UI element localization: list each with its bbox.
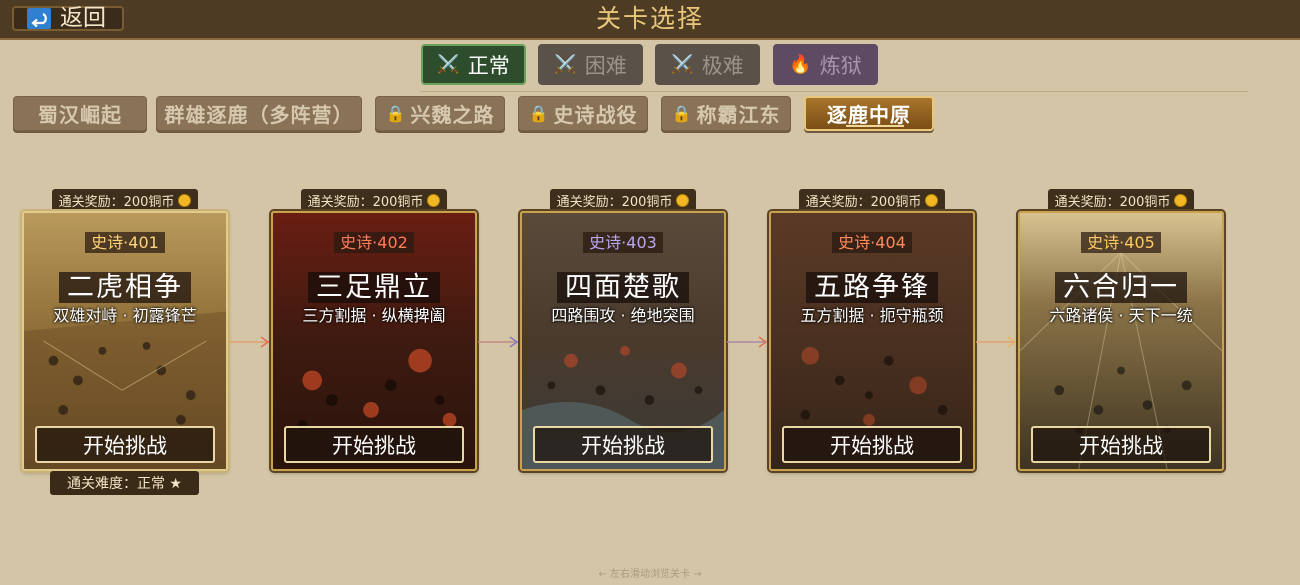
divider — [420, 91, 1248, 92]
stage-subtitle: 双雄对峙 · 初露锋芒 — [53, 306, 197, 325]
campaign-tab-wei[interactable]: 🔒 兴魏之路 — [375, 96, 505, 131]
stage-code: 史诗·404 — [771, 229, 973, 253]
flame-icon: 🔥 — [789, 54, 812, 75]
difficulty-tab-extreme[interactable]: ⚔️ 极难 — [655, 44, 760, 85]
lock-icon: 🔒 — [671, 104, 693, 123]
crossed-swords-icon: ⚔️ — [437, 54, 460, 75]
stage-name-text: 三足鼎立 — [308, 272, 440, 303]
scroll-hint: ← 左右滑动浏览关卡 → — [598, 569, 702, 580]
campaign-label: 史诗战役 — [553, 103, 638, 127]
stage-card-403[interactable]: 史诗·403 四面楚歌 四路围攻 · 绝地突围 开始挑战 — [520, 211, 726, 471]
start-challenge-button[interactable]: 开始挑战 — [284, 426, 464, 463]
stage-code-text: 史诗·404 — [832, 232, 912, 253]
campaign-label: 群雄逐鹿（多阵营） — [164, 103, 354, 127]
difficulty-tab-normal[interactable]: ⚔️ 正常 — [421, 44, 526, 85]
stage-subtitle: 五方割据 · 扼守瓶颈 — [800, 306, 944, 325]
coin-icon — [178, 194, 192, 207]
reward-tag: 通关奖励：200铜币 — [550, 189, 696, 212]
reward-label: 通关奖励：200铜币 — [1054, 195, 1171, 210]
path-arrow-icon — [976, 336, 1017, 348]
stage-card-401[interactable]: 史诗·401 二虎相争 双雄对峙 · 初露锋芒 开始挑战 — [22, 211, 228, 471]
stage-card-402[interactable]: 史诗·402 三足鼎立 三方割据 · 纵横捭阖 开始挑战 — [271, 211, 477, 471]
campaign-label: 逐鹿中原 — [827, 103, 911, 127]
top-bar: 返回 关卡选择 — [0, 0, 1300, 40]
clear-difficulty-badge: 通关难度：正常 ★ — [50, 471, 199, 495]
page-title: 关卡选择 — [595, 4, 704, 33]
start-challenge-button[interactable]: 开始挑战 — [35, 426, 215, 463]
campaign-tab-shu-han[interactable]: 蜀汉崛起 — [13, 96, 147, 131]
reward-label: 通关奖励：200铜币 — [58, 195, 175, 210]
campaign-tab-jiangdong[interactable]: 🔒 称霸江东 — [661, 96, 791, 131]
stage-name: 五路争锋 — [771, 265, 973, 304]
stage-code-text: 史诗·405 — [1081, 232, 1161, 253]
crossed-swords-icon: ⚔️ — [671, 54, 694, 75]
campaign-tab-warlords[interactable]: 群雄逐鹿（多阵营） — [156, 96, 362, 131]
stage-subtitle: 六路诸侯 · 天下一统 — [1049, 306, 1193, 325]
path-arrow-icon — [229, 336, 270, 348]
path-arrow-icon — [727, 336, 768, 348]
stage-code: 史诗·403 — [522, 229, 724, 253]
stage-card-404[interactable]: 史诗·404 五路争锋 五方割据 · 扼守瓶颈 开始挑战 — [769, 211, 975, 471]
campaign-tab-central-plains[interactable]: 逐鹿中原 — [804, 96, 934, 131]
stage-card-405[interactable]: 史诗·405 六合归一 六路诸侯 · 天下一统 开始挑战 — [1018, 211, 1224, 471]
start-challenge-button[interactable]: 开始挑战 — [782, 426, 962, 463]
stage-name-text: 二虎相争 — [59, 272, 191, 303]
coin-icon — [427, 194, 441, 207]
reward-tag: 通关奖励：200铜币 — [1048, 189, 1194, 212]
stage-code: 史诗·401 — [24, 229, 226, 253]
stage-subtitle: 四路围攻 · 绝地突围 — [551, 306, 695, 325]
stage-name: 四面楚歌 — [522, 265, 724, 304]
stage-name: 二虎相争 — [24, 265, 226, 304]
stage-name-text: 五路争锋 — [806, 272, 938, 303]
campaign-label: 蜀汉崛起 — [38, 103, 122, 127]
lock-icon: 🔒 — [528, 104, 550, 123]
stage-name: 六合归一 — [1020, 265, 1222, 304]
reward-label: 通关奖励：200铜币 — [307, 195, 424, 210]
stage-code-text: 史诗·403 — [583, 232, 663, 253]
crossed-swords-icon: ⚔️ — [554, 54, 577, 75]
coin-icon — [1174, 194, 1188, 207]
reward-tag: 通关奖励：200铜币 — [301, 189, 447, 212]
reward-tag: 通关奖励：200铜币 — [799, 189, 945, 212]
stage-subtitle: 三方割据 · 纵横捭阖 — [302, 306, 446, 325]
reward-tag: 通关奖励：200铜币 — [52, 189, 198, 212]
stage-code: 史诗·405 — [1020, 229, 1222, 253]
reward-label: 通关奖励：200铜币 — [556, 195, 673, 210]
start-challenge-button[interactable]: 开始挑战 — [533, 426, 713, 463]
start-challenge-button[interactable]: 开始挑战 — [1031, 426, 1211, 463]
stage-code: 史诗·402 — [273, 229, 475, 253]
difficulty-tab-purgatory[interactable]: 🔥 炼狱 — [773, 44, 878, 85]
path-arrow-icon — [478, 336, 519, 348]
difficulty-tab-hard[interactable]: ⚔️ 困难 — [538, 44, 643, 85]
lock-icon: 🔒 — [385, 104, 407, 123]
difficulty-label: 正常 — [467, 53, 510, 78]
stage-name-text: 六合归一 — [1055, 272, 1187, 303]
campaign-label: 兴魏之路 — [410, 103, 495, 127]
campaign-label: 称霸江东 — [696, 103, 781, 127]
coin-icon — [676, 194, 690, 207]
stage-name-text: 四面楚歌 — [557, 272, 689, 303]
stage-name: 三足鼎立 — [273, 265, 475, 304]
difficulty-label: 炼狱 — [819, 53, 862, 78]
stage-code-text: 史诗·402 — [334, 232, 414, 253]
difficulty-label: 困难 — [584, 53, 627, 78]
reward-label: 通关奖励：200铜币 — [805, 195, 922, 210]
campaign-tab-epic[interactable]: 🔒 史诗战役 — [518, 96, 648, 131]
coin-icon — [925, 194, 939, 207]
difficulty-label: 极难 — [701, 53, 744, 78]
stage-code-text: 史诗·401 — [85, 232, 165, 253]
